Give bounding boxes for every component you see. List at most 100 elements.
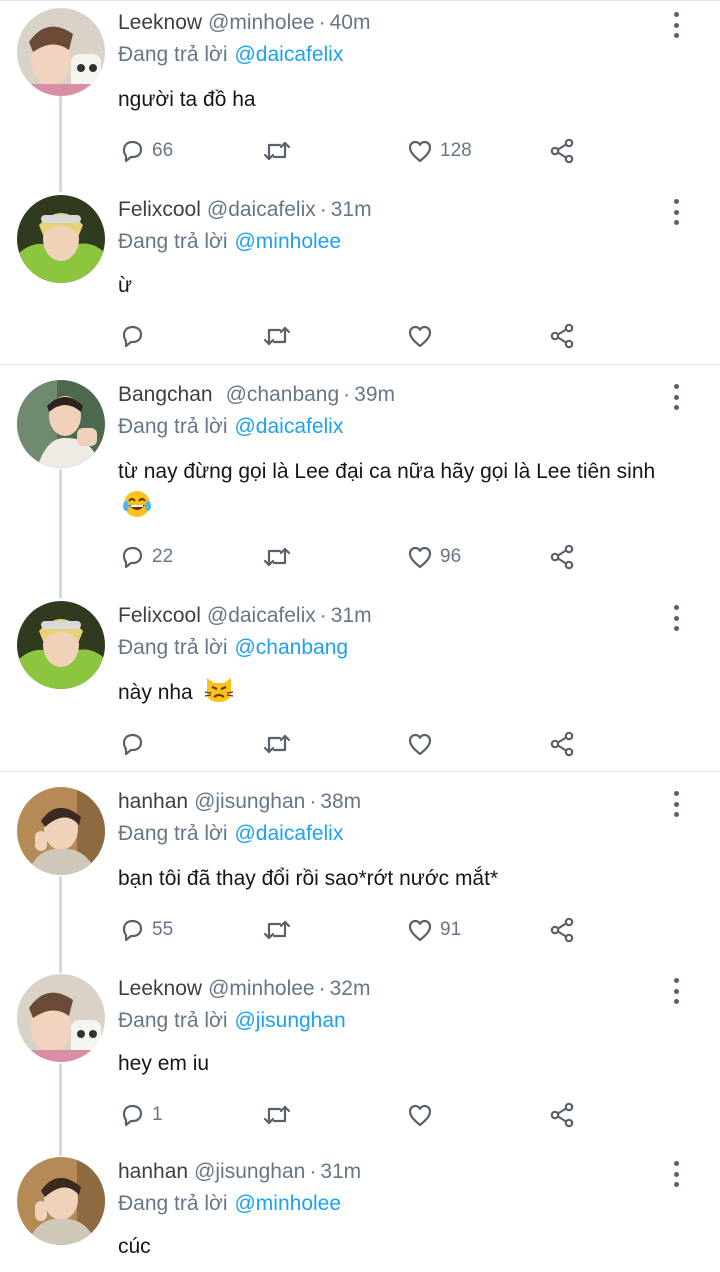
display-name[interactable]: Bangchan — [118, 383, 213, 407]
user-handle[interactable]: @jisunghan — [194, 1160, 305, 1184]
display-name[interactable]: hanhan — [118, 790, 188, 814]
like-button[interactable]: 96 — [406, 539, 461, 575]
avatar[interactable] — [17, 8, 105, 96]
avatar-image — [17, 195, 105, 283]
display-name[interactable]: hanhan — [118, 1160, 188, 1184]
heart-icon — [408, 919, 432, 942]
avatar[interactable] — [17, 195, 105, 283]
replying-to-label: Đang trả lời — [118, 822, 228, 845]
tweet-header: hanhan @jisunghan · 31m — [118, 1157, 361, 1187]
retweet-icon — [263, 734, 291, 754]
separator-dot: · — [309, 1160, 317, 1183]
display-name[interactable]: Felixcool — [118, 604, 201, 628]
share-button[interactable] — [548, 726, 576, 762]
heart-icon — [408, 733, 432, 756]
display-name[interactable]: Felixcool — [118, 198, 201, 222]
replying-to-handle[interactable]: @daicafelix — [234, 822, 343, 846]
replying-to-handle[interactable]: @minholee — [234, 230, 341, 254]
tweet-actions: 1 — [118, 1097, 588, 1133]
reply-button[interactable] — [118, 726, 152, 762]
replying-to-handle[interactable]: @jisunghan — [234, 1009, 345, 1033]
display-name[interactable]: Leeknow — [118, 11, 202, 35]
share-button[interactable] — [548, 318, 576, 354]
heart-icon — [408, 140, 432, 163]
retweet-icon — [263, 1105, 291, 1125]
user-handle[interactable]: @minholee — [208, 11, 315, 35]
user-handle[interactable]: @minholee — [208, 977, 315, 1001]
like-button[interactable]: 91 — [406, 912, 461, 948]
user-handle[interactable]: @jisunghan — [194, 790, 305, 814]
reply-button[interactable] — [118, 318, 152, 354]
avatar-image — [17, 787, 105, 875]
heart-icon — [408, 1104, 432, 1127]
replying-to-handle[interactable]: @minholee — [234, 1192, 341, 1216]
group-divider-2 — [0, 771, 720, 772]
replying-to: Đang trả lời @chanbang — [118, 633, 348, 663]
more-vertical-icon[interactable] — [664, 978, 688, 1004]
tweet-actions: 66 128 — [118, 133, 588, 169]
more-vertical-icon[interactable] — [664, 384, 688, 410]
group-divider-1 — [0, 364, 720, 365]
display-name[interactable]: Leeknow — [118, 977, 202, 1001]
like-button[interactable] — [406, 1097, 440, 1133]
like-button[interactable] — [406, 318, 440, 354]
separator-dot: · — [309, 790, 317, 813]
reply-count: 55 — [152, 919, 174, 940]
reply-button[interactable]: 66 — [118, 133, 173, 169]
user-handle[interactable]: @daicafelix — [207, 604, 316, 628]
retweet-button[interactable] — [260, 133, 294, 169]
avatar-image — [17, 601, 105, 689]
user-handle[interactable]: @chanbang — [226, 383, 340, 407]
like-button[interactable]: 128 — [406, 133, 472, 169]
tweet-header: hanhan @jisunghan · 38m — [118, 787, 361, 817]
share-button[interactable] — [548, 133, 576, 169]
avatar[interactable] — [17, 974, 105, 1062]
retweet-button[interactable] — [260, 318, 294, 354]
retweet-button[interactable] — [260, 1097, 294, 1133]
avatar[interactable] — [17, 1157, 105, 1245]
more-vertical-icon[interactable] — [664, 199, 688, 225]
replying-to: Đang trả lời @jisunghan — [118, 1006, 346, 1036]
tweet-text: cúc — [118, 1229, 688, 1264]
more-vertical-icon[interactable] — [664, 605, 688, 631]
retweet-icon — [263, 547, 291, 567]
like-button[interactable] — [406, 726, 440, 762]
more-vertical-icon[interactable] — [664, 12, 688, 38]
avatar[interactable] — [17, 787, 105, 875]
more-vertical-icon[interactable] — [664, 791, 688, 817]
tweet-text-content: từ nay đừng gọi là Lee đại ca nữa hãy gọ… — [118, 460, 656, 483]
share-icon — [550, 138, 574, 164]
reply-bubble-icon — [122, 140, 143, 163]
separator-dot: · — [318, 11, 326, 34]
timestamp: 38m — [320, 790, 362, 813]
replying-to-handle[interactable]: @chanbang — [234, 636, 348, 660]
replying-to: Đang trả lời @daicafelix — [118, 40, 343, 70]
reply-count: 22 — [152, 546, 174, 567]
reply-bubble-icon — [122, 919, 143, 942]
laughing-tears-emoji-icon — [122, 489, 152, 530]
share-button[interactable] — [548, 539, 576, 575]
share-icon — [550, 917, 574, 943]
share-button[interactable] — [548, 912, 576, 948]
timestamp: 39m — [354, 383, 396, 406]
reply-button[interactable]: 22 — [118, 539, 173, 575]
user-handle[interactable]: @daicafelix — [207, 198, 316, 222]
reply-bubble-icon — [122, 733, 143, 756]
heart-icon — [408, 546, 432, 569]
retweet-button[interactable] — [260, 726, 294, 762]
reply-button[interactable]: 55 — [118, 912, 173, 948]
replying-to-handle[interactable]: @daicafelix — [234, 415, 343, 439]
reply-bubble-icon — [122, 325, 143, 348]
reply-button[interactable]: 1 — [118, 1097, 163, 1133]
more-vertical-icon[interactable] — [664, 1161, 688, 1187]
separator-dot: · — [318, 977, 326, 1000]
thread-line-1 — [59, 96, 62, 192]
retweet-button[interactable] — [260, 912, 294, 948]
avatar[interactable] — [17, 380, 105, 468]
retweet-button[interactable] — [260, 539, 294, 575]
avatar-image — [17, 974, 105, 1062]
avatar[interactable] — [17, 601, 105, 689]
replying-to-handle[interactable]: @daicafelix — [234, 43, 343, 67]
timestamp: 31m — [320, 1160, 362, 1183]
share-button[interactable] — [548, 1097, 576, 1133]
